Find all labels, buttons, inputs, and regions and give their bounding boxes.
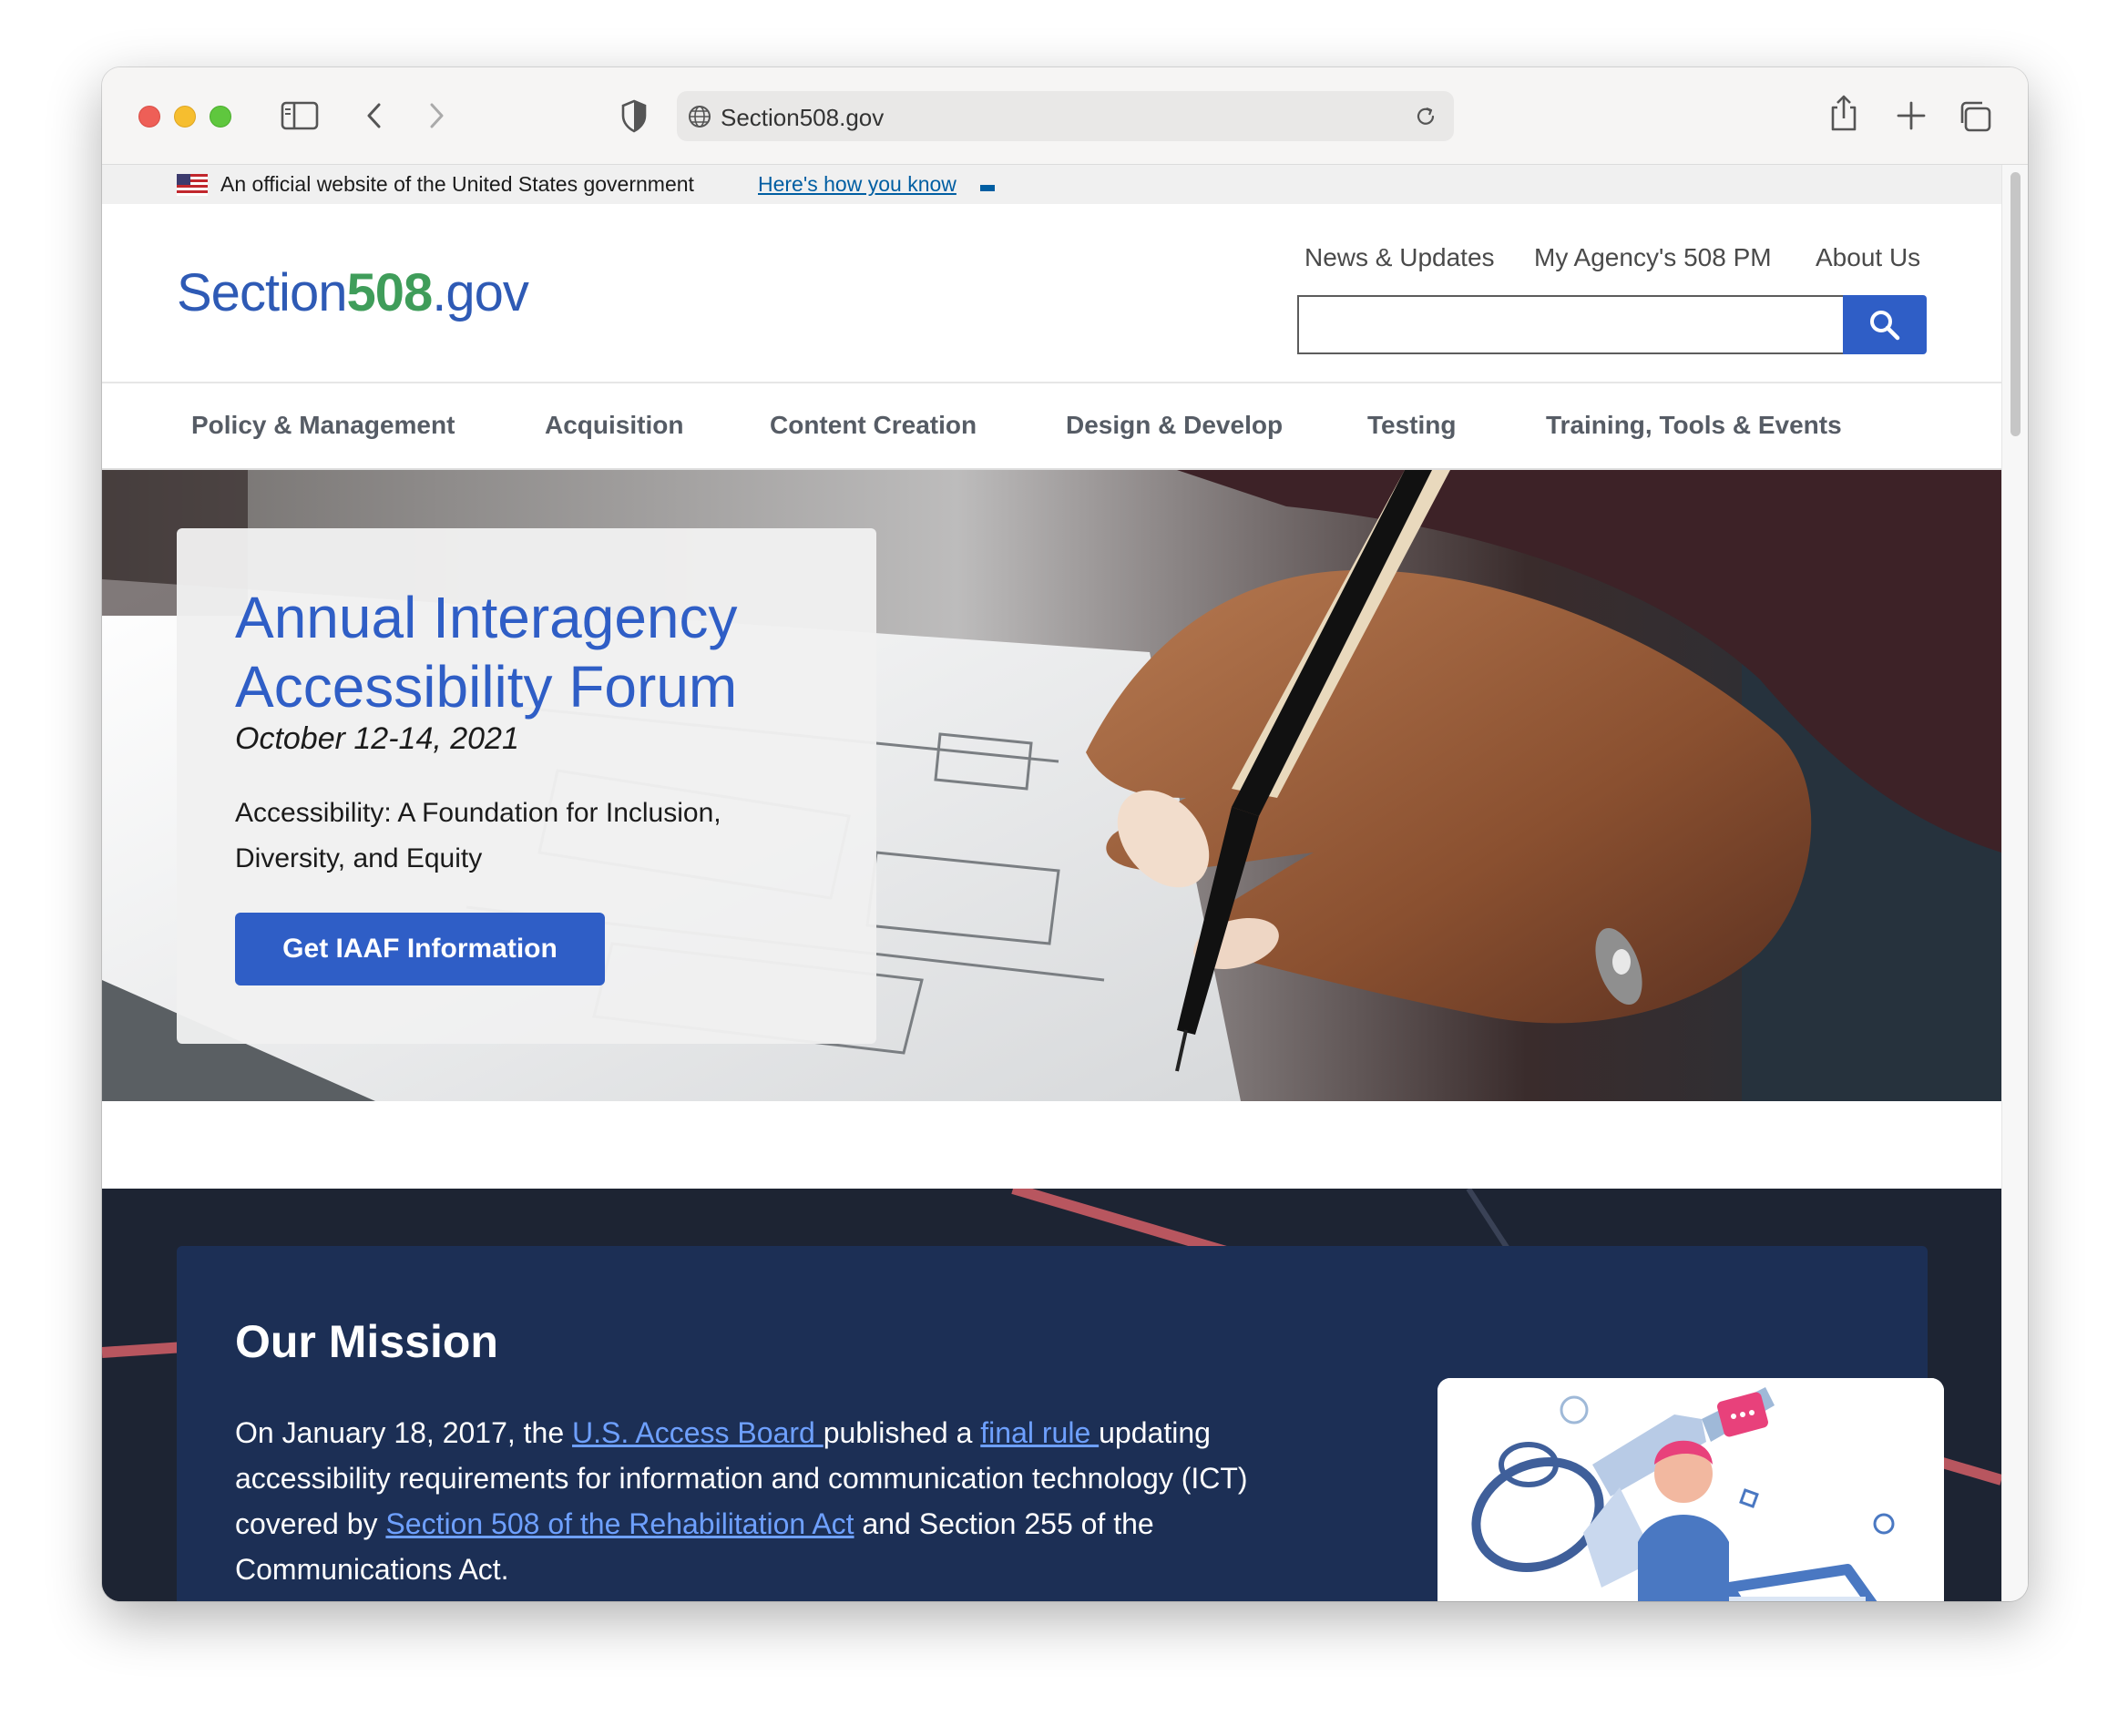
get-iaaf-information-button[interactable]: Get IAAF Information — [235, 913, 605, 985]
my-agency-508-pm-link[interactable]: My Agency's 508 PM — [1534, 243, 1772, 272]
section-508-rehabilitation-act-link[interactable]: Section 508 of the Rehabilitation Act — [385, 1507, 854, 1540]
reload-icon[interactable] — [1413, 104, 1438, 129]
globe-icon — [689, 106, 711, 128]
page-scrollbar[interactable] — [2001, 165, 2028, 1601]
section-spacer — [102, 1101, 2001, 1189]
mission-section: Our Mission On January 18, 2017, the U.S… — [102, 1189, 2001, 1601]
browser-window: Section508.gov An official website of th… — [102, 67, 2028, 1601]
tab-overview-icon[interactable] — [1957, 97, 1995, 136]
close-window-button[interactable] — [138, 106, 160, 128]
main-navigation: Policy & Management Acquisition Content … — [102, 383, 2001, 470]
logo-text-gov: .gov — [432, 263, 529, 322]
minimize-window-button[interactable] — [174, 106, 196, 128]
search-icon — [1870, 311, 1900, 341]
web-page: An official website of the United States… — [102, 165, 2001, 1601]
share-icon[interactable] — [1827, 93, 1860, 133]
nav-acquisition[interactable]: Acquisition — [545, 411, 683, 440]
us-access-board-link[interactable]: U.S. Access Board — [572, 1416, 824, 1449]
back-arrow-icon[interactable] — [361, 97, 388, 134]
nav-training-tools-events[interactable]: Training, Tools & Events — [1546, 411, 1842, 440]
final-rule-link[interactable]: final rule — [980, 1416, 1099, 1449]
url-text: Section508.gov — [721, 104, 885, 131]
banner-expand-icon[interactable] — [980, 185, 995, 191]
browser-toolbar: Section508.gov — [102, 67, 2028, 165]
forward-arrow-icon[interactable] — [423, 97, 450, 134]
mission-illustration — [1437, 1378, 1944, 1601]
new-tab-icon[interactable] — [1893, 97, 1929, 134]
mission-text-2: published a — [823, 1416, 981, 1449]
sidebar-toggle-icon[interactable] — [281, 97, 319, 134]
news-updates-link[interactable]: News & Updates — [1304, 243, 1495, 272]
nav-policy-management[interactable]: Policy & Management — [191, 411, 455, 440]
logo-text-section: Section — [177, 263, 347, 322]
search-button[interactable] — [1843, 295, 1927, 354]
hero-date: October 12-14, 2021 — [235, 721, 519, 756]
address-bar[interactable]: Section508.gov — [677, 91, 1454, 141]
us-flag-icon — [177, 174, 208, 196]
gov-banner-text: An official website of the United States… — [220, 172, 694, 196]
hero-description: Accessibility: A Foundation for Inclusio… — [235, 798, 721, 873]
about-us-link[interactable]: About Us — [1816, 243, 1920, 272]
key-person-illustration — [1437, 1378, 1944, 1601]
nav-content-creation[interactable]: Content Creation — [770, 411, 977, 440]
hero-card: Annual Interagency Accessibility Forum O… — [177, 528, 876, 1044]
hero-banner: Annual Interagency Accessibility Forum O… — [102, 470, 2001, 1101]
logo-text-508: 508 — [346, 263, 433, 322]
zoom-window-button[interactable] — [210, 106, 231, 128]
gov-banner: An official website of the United States… — [102, 165, 2001, 204]
mission-title: Our Mission — [235, 1316, 498, 1367]
mission-card: Our Mission On January 18, 2017, the U.S… — [177, 1246, 1944, 1601]
hero-title: Annual Interagency Accessibility Forum — [235, 585, 738, 720]
privacy-shield-icon[interactable] — [619, 97, 649, 134]
mission-paragraph: On January 18, 2017, the U.S. Access Boa… — [235, 1410, 1328, 1592]
heres-how-you-know-link[interactable]: Here's how you know — [758, 172, 957, 197]
site-logo[interactable]: Section508.gov — [177, 262, 529, 323]
site-header: Section508.gov News & Updates My Agency'… — [102, 204, 2001, 383]
nav-testing[interactable]: Testing — [1367, 411, 1456, 440]
scrollbar-thumb[interactable] — [2010, 172, 2021, 436]
nav-design-develop[interactable]: Design & Develop — [1066, 411, 1283, 440]
mission-text-1: On January 18, 2017, the — [235, 1416, 573, 1449]
search-input[interactable] — [1297, 295, 1847, 354]
